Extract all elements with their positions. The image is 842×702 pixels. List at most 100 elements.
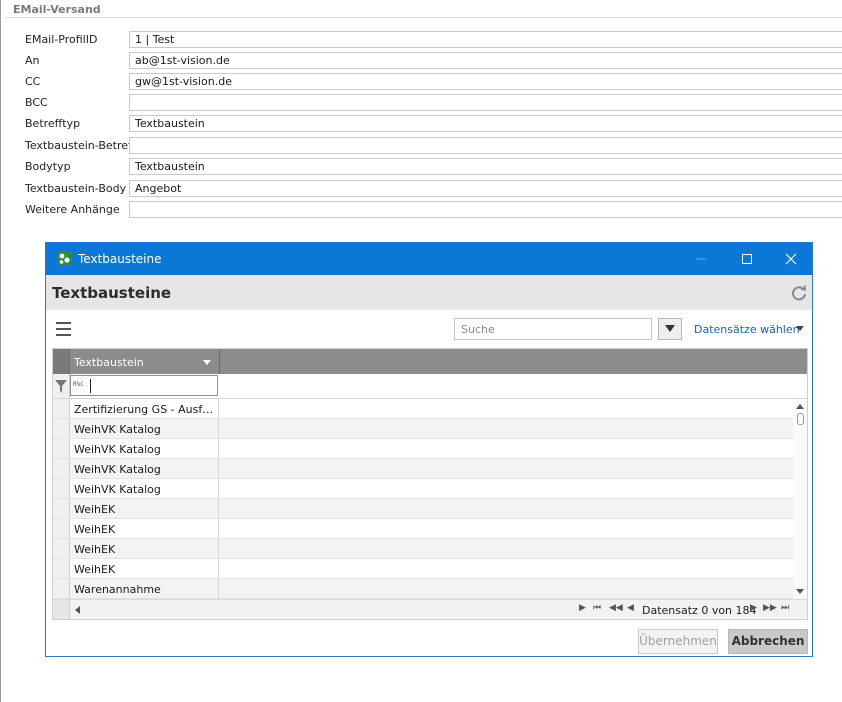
cell-text: Warenannahme — [74, 583, 161, 596]
attachments-field[interactable] — [129, 201, 842, 218]
table-cell[interactable]: WeihEK — [70, 519, 219, 538]
table-cell[interactable]: Zertifizierung GS - Ausführ... — [70, 399, 219, 418]
minimize-button[interactable] — [678, 243, 724, 275]
hamburger-menu-icon[interactable] — [56, 322, 71, 336]
next-record-icon[interactable]: ▶ — [750, 603, 757, 613]
cc-label: CC — [25, 75, 41, 88]
textblocks-dialog: Textbausteine Textbausteine Datensätze w… — [45, 242, 813, 657]
maximize-icon — [742, 254, 752, 264]
cell-text: Zertifizierung GS - Ausführ... — [74, 403, 214, 416]
table-row[interactable]: WeihVK Katalog — [53, 479, 793, 499]
row-indicator — [53, 479, 70, 498]
body-textblock-field[interactable]: Angebot — [129, 180, 842, 197]
table-cell[interactable]: WeihVK Katalog — [70, 419, 219, 438]
email-profile-id-label: EMail-ProfilID — [25, 33, 98, 46]
body-type-label: Bodytyp — [25, 160, 71, 173]
grid-header: Textbaustein — [53, 349, 807, 374]
bcc-field[interactable] — [129, 94, 842, 111]
refresh-icon[interactable] — [790, 284, 808, 302]
table-row[interactable]: WeihVK Katalog — [53, 459, 793, 479]
body-type-field[interactable]: Textbaustein — [129, 158, 842, 175]
table-row[interactable]: WeihVK Katalog — [53, 419, 793, 439]
close-icon — [785, 253, 797, 265]
scroll-thumb[interactable] — [797, 413, 804, 425]
cell-text: WeihVK Katalog — [74, 423, 161, 436]
table-cell[interactable]: WeihVK Katalog — [70, 439, 219, 458]
previous-record-icon[interactable]: ◀ — [627, 603, 634, 613]
column-header-label: Textbaustein — [74, 356, 144, 369]
attachments-label: Weitere Anhänge — [25, 203, 120, 216]
footer-indicator — [53, 600, 70, 619]
row-indicator — [53, 559, 70, 578]
cell-text: WeihEK — [74, 523, 116, 536]
row-indicator — [53, 419, 70, 438]
cell-text: WeihVK Katalog — [74, 463, 161, 476]
scroll-left-icon[interactable] — [75, 606, 80, 614]
table-row[interactable]: Warenannahme — [53, 579, 793, 599]
cc-field[interactable]: gw@1st-vision.de — [129, 73, 842, 90]
row-indicator — [53, 499, 70, 518]
cell-text: WeihVK Katalog — [74, 483, 161, 496]
column-dropdown-icon[interactable] — [203, 360, 211, 365]
form-row-subject-textblock: Textbaustein-Betreff — [0, 137, 842, 154]
triangle-down-icon — [665, 325, 675, 332]
dialog-toolbar: Datensätze wählen — [46, 310, 812, 348]
cell-text: WeihEK — [74, 543, 116, 556]
form-row-bcc: BCC — [0, 94, 842, 111]
form-row-profile-id: EMail-ProfilID 1 | Test — [0, 31, 842, 48]
subject-textblock-field[interactable] — [129, 137, 842, 154]
table-cell[interactable]: WeihVK Katalog — [70, 479, 219, 498]
scroll-up-icon[interactable] — [796, 404, 804, 409]
cancel-button[interactable]: Abbrechen — [728, 629, 808, 654]
table-row[interactable]: WeihVK Katalog — [53, 439, 793, 459]
dialog-header: Textbausteine — [46, 275, 812, 310]
table-cell[interactable]: WeihVK Katalog — [70, 459, 219, 478]
previous-page-icon[interactable]: ◀◀ — [609, 603, 623, 613]
to-field[interactable]: ab@1st-vision.de — [129, 52, 842, 69]
form-row-cc: CC gw@1st-vision.de — [0, 73, 842, 90]
table-cell[interactable]: WeihEK — [70, 499, 219, 518]
subject-type-field[interactable]: Textbaustein — [129, 115, 842, 132]
select-records-link[interactable]: Datensätze wählen — [694, 323, 800, 336]
table-row[interactable]: WeihEK — [53, 499, 793, 519]
form-row-body-textblock: Textbaustein-Body Angebot — [0, 180, 842, 197]
textblocks-grid: Textbaustein R%C Zertifizierung GS - Aus… — [52, 348, 808, 620]
maximize-button[interactable] — [724, 243, 770, 275]
section-divider — [5, 17, 842, 18]
email-profile-id-field[interactable]: 1 | Test — [129, 31, 842, 48]
apply-button[interactable]: Übernehmen — [638, 629, 718, 654]
next-page-icon[interactable]: ▶▶ — [763, 603, 777, 613]
grid-rows: Zertifizierung GS - Ausführ... WeihVK Ka… — [53, 399, 793, 599]
bcc-label: BCC — [25, 96, 48, 109]
filter-funnel-icon[interactable] — [53, 374, 69, 398]
column-header-textblock[interactable]: Textbaustein — [70, 349, 220, 374]
close-button[interactable] — [768, 243, 814, 275]
last-record-icon[interactable]: ⏭ — [781, 603, 789, 613]
filter-operator-icon[interactable]: R%C — [73, 381, 84, 388]
table-row[interactable]: WeihEK — [53, 559, 793, 579]
app-icon — [57, 251, 72, 266]
form-row-to: An ab@1st-vision.de — [0, 52, 842, 69]
row-indicator — [53, 459, 70, 478]
search-options-button[interactable] — [658, 318, 682, 340]
vertical-scrollbar[interactable] — [793, 399, 807, 599]
search-input[interactable] — [454, 318, 652, 340]
first-record-icon[interactable]: ⏮ — [593, 603, 601, 613]
table-cell[interactable]: WeihEK — [70, 539, 219, 558]
dialog-heading: Textbausteine — [52, 284, 172, 302]
filter-cell-textblock[interactable]: R%C — [70, 375, 218, 396]
table-cell[interactable]: Warenannahme — [70, 579, 219, 598]
table-row[interactable]: WeihEK — [53, 539, 793, 559]
table-cell[interactable]: WeihEK — [70, 559, 219, 578]
scroll-right-icon[interactable]: ▶ — [579, 603, 586, 613]
to-label: An — [25, 54, 40, 67]
window-titlebar[interactable]: Textbausteine — [46, 243, 812, 275]
chevron-down-icon[interactable] — [796, 326, 804, 331]
table-row[interactable]: WeihEK — [53, 519, 793, 539]
scroll-down-icon[interactable] — [796, 589, 804, 594]
form-row-attachments: Weitere Anhänge — [0, 201, 842, 218]
cell-text: WeihEK — [74, 563, 116, 576]
table-row[interactable]: Zertifizierung GS - Ausführ... — [53, 399, 793, 419]
row-indicator — [53, 579, 70, 598]
grid-footer: ▶ ⏮ ◀◀ ◀ Datensatz 0 von 184 ▶ ▶▶ ⏭ — [53, 599, 807, 619]
